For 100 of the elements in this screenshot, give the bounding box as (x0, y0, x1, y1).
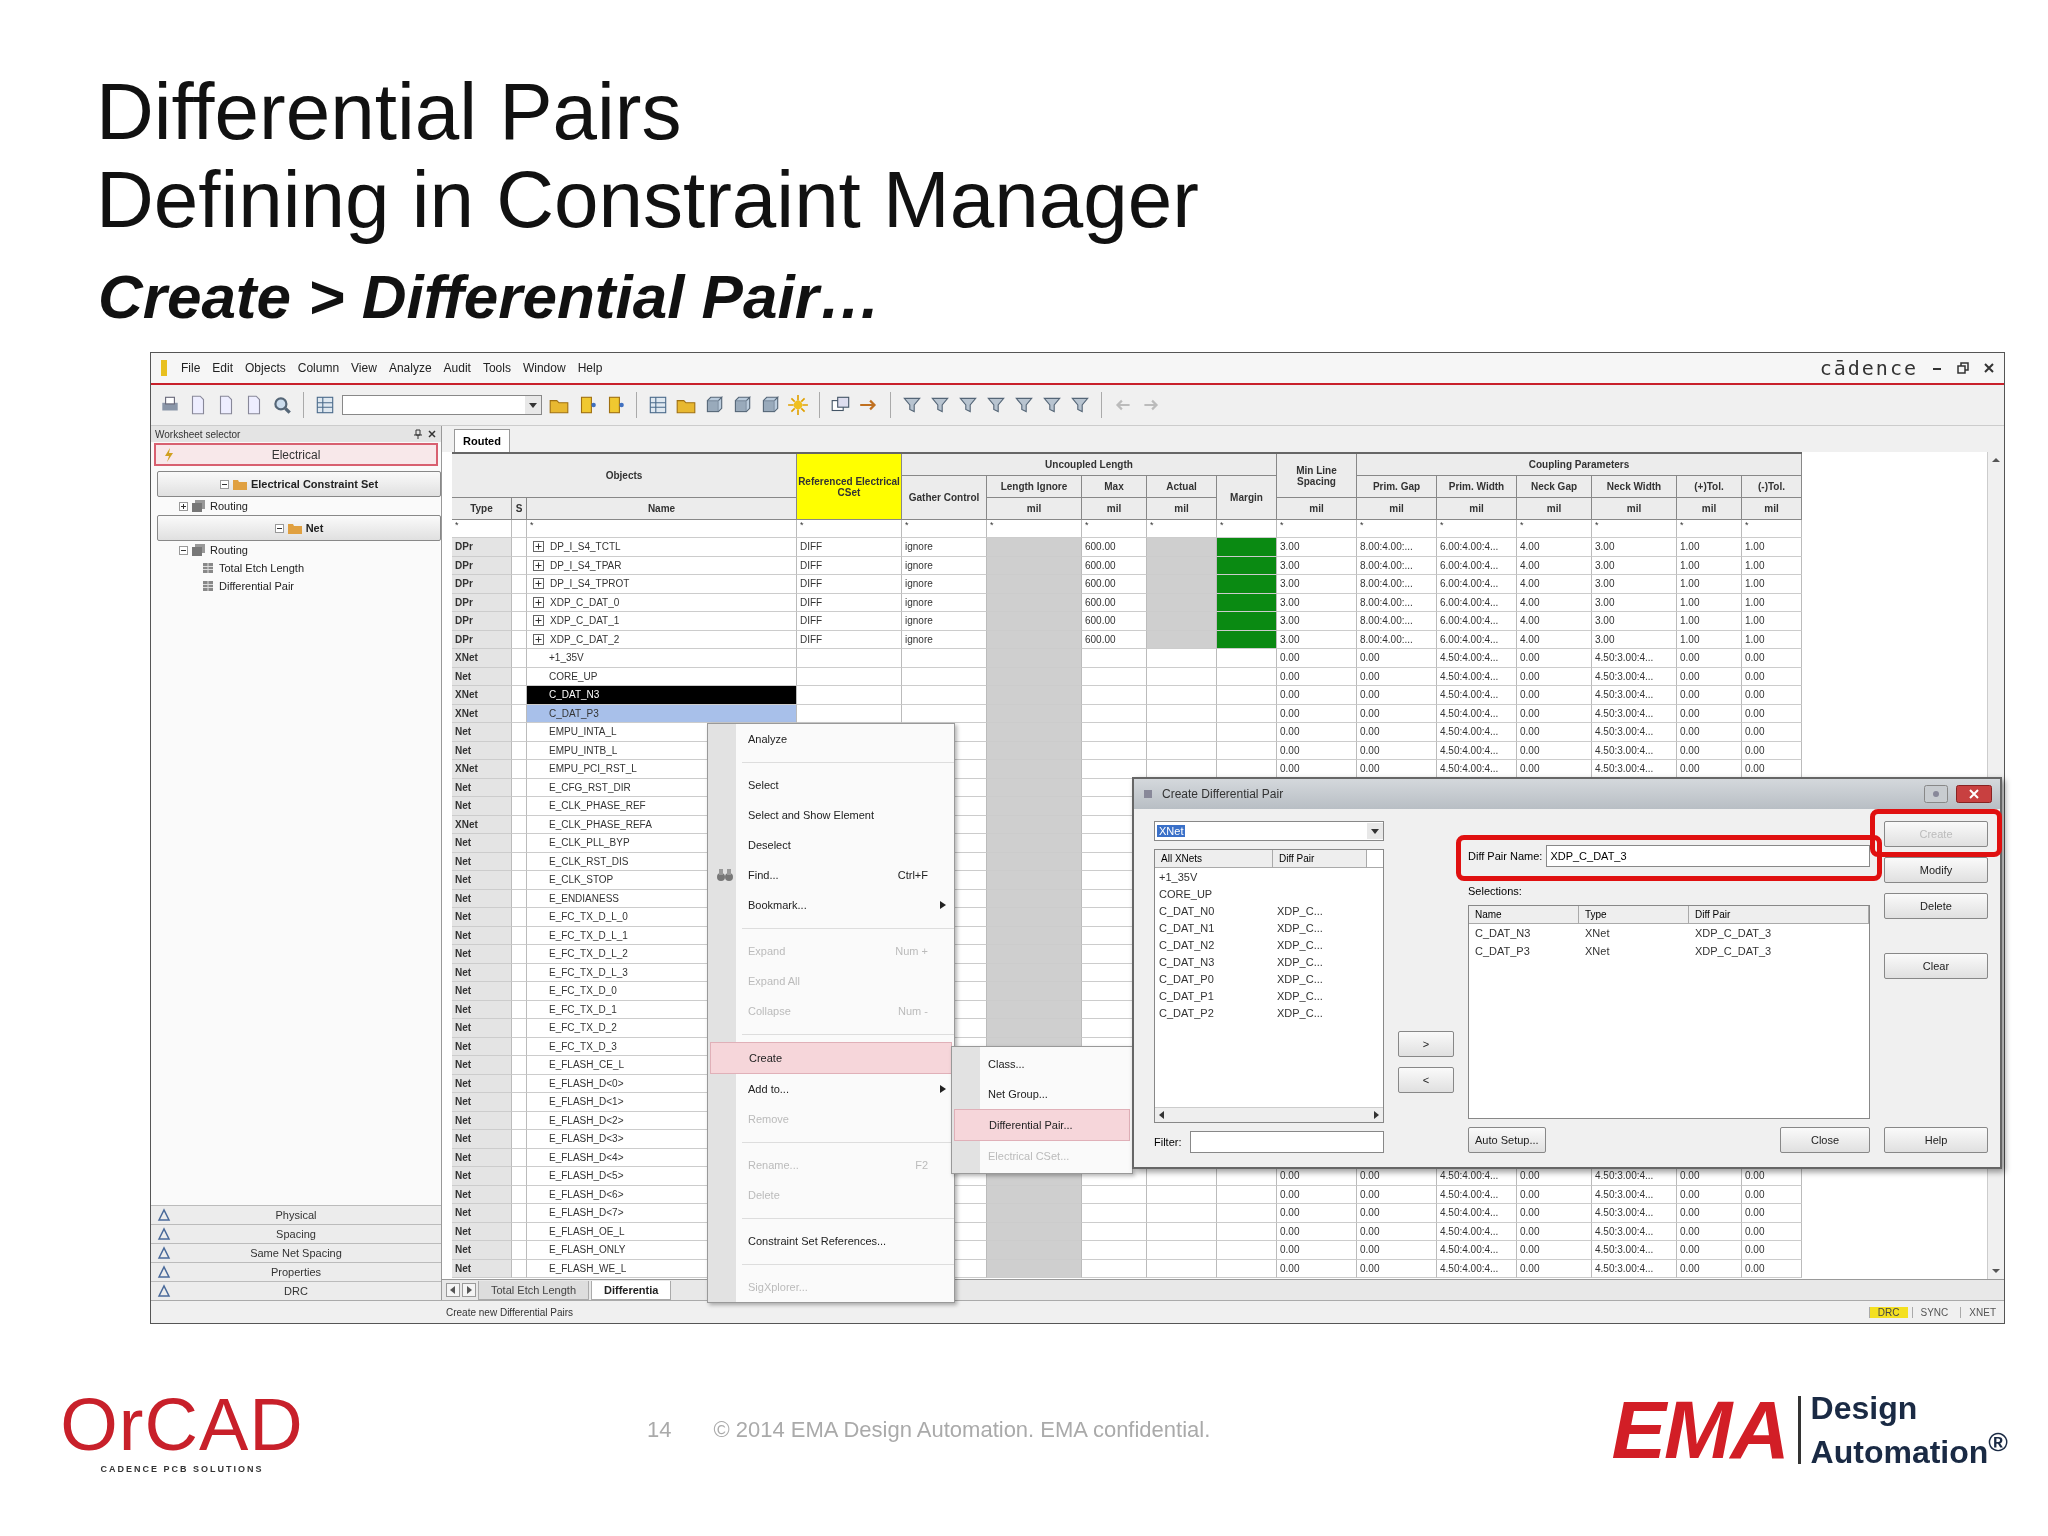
column-header[interactable]: Diff Pair (1273, 850, 1367, 868)
list-item[interactable]: C_DAT_P2 (1159, 1006, 1277, 1019)
list-item[interactable]: CORE_UP (1159, 887, 1277, 900)
worksheet-tab[interactable]: Same Net Spacing (151, 1243, 441, 1262)
table-cell[interactable]: XDP_C_DAT_2 (527, 630, 797, 649)
menu-item[interactable]: Audit (443, 361, 471, 375)
expand-icon[interactable] (533, 633, 544, 645)
expand-icon[interactable] (179, 501, 188, 511)
menu-item[interactable]: Objects (245, 361, 286, 375)
menu-item[interactable]: Class... (954, 1049, 1130, 1079)
column-header[interactable]: Gather Control (902, 476, 987, 520)
list-item[interactable]: C_DAT_N1 (1159, 921, 1277, 934)
list-item[interactable]: C_DAT_N2 (1159, 938, 1277, 951)
column-header[interactable]: Prim. Gap (1357, 476, 1437, 498)
filter-cell[interactable]: * (1517, 520, 1592, 538)
expand-icon[interactable] (533, 615, 544, 627)
column-header[interactable]: Type (1579, 906, 1689, 924)
next-icon[interactable] (462, 1283, 476, 1297)
dialog-button[interactable]: Clear (1884, 953, 1988, 979)
filter-cell[interactable]: * (1677, 520, 1742, 538)
expand-icon[interactable] (533, 596, 544, 608)
expand-icon[interactable] (533, 578, 544, 590)
filter-field[interactable] (1189, 1131, 1384, 1153)
tree-item[interactable]: Net (305, 522, 324, 534)
menu-item[interactable]: Edit (212, 361, 234, 375)
close-icon[interactable] (1982, 361, 1996, 375)
filter-cell[interactable]: * (527, 520, 797, 538)
list-item[interactable]: C_DAT_N3 (1159, 955, 1277, 968)
move-button[interactable]: > (1398, 1031, 1454, 1057)
filter-cell[interactable]: * (902, 520, 987, 538)
net-list[interactable]: All XNets Diff Pair +1_35V CORE_UP C_DAT_N0 XDP_C... C_DAT_N1 XDP_C... C_DAT_N2 XDP_C... C_DAT_N3 XDP_C... C_DAT_P0 XDP_C... C_DAT_P1 XDP_C... C_DAT_P2 XDP_C... (1154, 849, 1384, 1123)
menu-item[interactable]: Column (297, 361, 340, 375)
column-header[interactable]: Neck Gap (1517, 476, 1592, 498)
menu-item[interactable]: View (351, 361, 377, 375)
scrollbar[interactable] (1155, 1107, 1383, 1122)
worksheet-tab[interactable]: Electrical (154, 443, 438, 466)
filter-cell[interactable]: * (1437, 520, 1517, 538)
move-button[interactable]: < (1398, 1067, 1454, 1093)
close-icon[interactable] (1956, 785, 1992, 803)
grid-icon[interactable] (647, 394, 669, 416)
dialog-button[interactable]: Delete (1884, 893, 1988, 919)
menu-item[interactable]: Differential Pair... (954, 1109, 1130, 1141)
menu-item[interactable]: Analyze (388, 361, 432, 375)
previous-icon[interactable] (446, 1283, 460, 1297)
worksheet-tab[interactable]: Physical (151, 1205, 441, 1224)
tree-item[interactable]: Routing (210, 544, 248, 556)
column-header[interactable]: Min Line Spacing (1277, 454, 1357, 498)
caret-icon[interactable] (525, 396, 541, 414)
filter-cell[interactable]: * (1082, 520, 1147, 538)
list-item[interactable]: C_DAT_P1 (1159, 989, 1277, 1002)
collapse-icon[interactable] (219, 479, 229, 489)
expand-icon[interactable] (533, 559, 544, 571)
menu-item[interactable]: Create (710, 1042, 952, 1074)
expand-icon[interactable] (533, 541, 544, 553)
filter-cell[interactable]: * (1592, 520, 1677, 538)
table-cell[interactable]: +1_35V (527, 649, 797, 668)
tree-item[interactable]: Total Etch Length (219, 562, 304, 574)
worksheet-tab[interactable]: Routed (454, 429, 510, 452)
type-dropdown[interactable]: XNet (1154, 821, 1384, 841)
sheet-tab[interactable]: Differentia (591, 1280, 672, 1300)
table-cell[interactable]: DP_I_S4_TCTL (527, 538, 797, 557)
table-cell[interactable]: XDP_C_DAT_0 (527, 593, 797, 612)
filter-cell[interactable]: * (797, 520, 902, 538)
menu-item[interactable]: Tools (482, 361, 511, 375)
column-header[interactable]: (-)Tol. (1742, 476, 1802, 498)
close-icon[interactable] (427, 429, 437, 439)
dialog-button[interactable]: Modify (1884, 857, 1988, 883)
pin-icon[interactable] (413, 429, 423, 439)
menu-item[interactable]: Window (522, 361, 566, 375)
column-header[interactable]: Max (1082, 476, 1147, 498)
list-item[interactable]: C_DAT_N0 (1159, 904, 1277, 917)
close-button[interactable]: Close (1780, 1127, 1870, 1153)
filter-cell[interactable]: * (1277, 520, 1357, 538)
pair-name-field[interactable]: XDP_C_DAT_3 (1546, 845, 1870, 867)
sheet-tab[interactable]: Total Etch Length (478, 1280, 589, 1300)
column-header[interactable]: Name (527, 498, 797, 520)
worksheet-tab[interactable]: Spacing (151, 1224, 441, 1243)
grid-icon[interactable] (314, 394, 336, 416)
column-header[interactable]: Diff Pair (1689, 906, 1869, 924)
tree-item[interactable]: Routing (210, 500, 248, 512)
column-header[interactable]: Type (452, 498, 512, 520)
caret-icon[interactable] (1367, 823, 1383, 839)
filter-cell[interactable]: * (1742, 520, 1802, 538)
help-button[interactable]: Help (1884, 1127, 1988, 1153)
list-item[interactable]: +1_35V (1159, 870, 1277, 883)
column-header[interactable]: Name (1469, 906, 1579, 924)
column-header[interactable]: Margin (1217, 476, 1277, 520)
table-cell[interactable]: DP_I_S4_TPAR (527, 556, 797, 575)
restore-icon[interactable] (1956, 361, 1970, 375)
menu-item[interactable]: File (181, 361, 201, 375)
table-cell[interactable]: C_DAT_N3 (527, 686, 797, 705)
column-header[interactable]: Prim. Width (1437, 476, 1517, 498)
column-header[interactable]: Referenced Electrical CSet (797, 454, 902, 520)
table-cell[interactable]: DP_I_S4_TPROT (527, 575, 797, 594)
column-header[interactable]: All XNets (1155, 850, 1273, 868)
menu-item[interactable]: Help (577, 361, 603, 375)
auto-setup-button[interactable]: Auto Setup... (1468, 1127, 1546, 1153)
column-header[interactable]: (+)Tol. (1677, 476, 1742, 498)
table-cell[interactable]: XDP_C_DAT_1 (527, 612, 797, 631)
collapse-icon[interactable] (179, 545, 188, 555)
